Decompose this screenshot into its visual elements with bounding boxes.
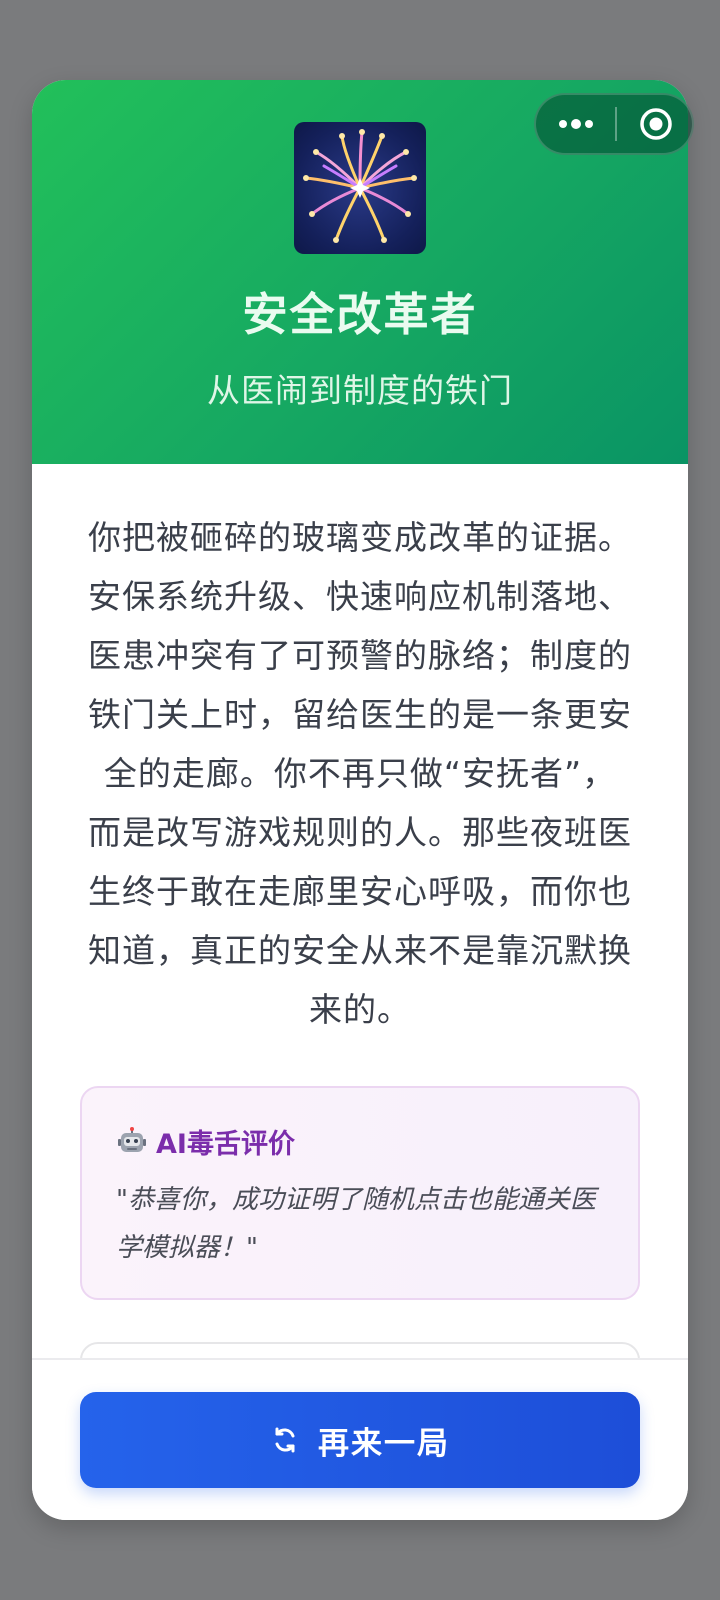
ai-review-title: AI毒舌评价 — [116, 1122, 295, 1161]
replay-label: 再来一局 — [318, 1425, 450, 1462]
ai-review-title-text: AI毒舌评价 — [156, 1129, 295, 1160]
more-dots-icon[interactable] — [536, 95, 616, 153]
ending-title: 安全改革者 — [242, 288, 478, 341]
close-circle-icon[interactable] — [618, 95, 694, 153]
ai-review-box: AI毒舌评价 "恭喜你，成功证明了随机点击也能通关医学模拟器！" — [80, 1086, 640, 1300]
replay-button[interactable]: 再来一局 — [80, 1392, 640, 1488]
ending-subtitle: 从医闹到制度的铁门 — [207, 371, 513, 410]
mini-program-capsule — [534, 93, 694, 155]
refresh-icon — [270, 1425, 300, 1455]
ai-review-quote: "恭喜你，成功证明了随机点击也能通关医学模拟器！" — [116, 1185, 596, 1263]
fireworks-icon — [294, 122, 426, 254]
ending-description: 你把被砸碎的玻璃变成改革的证据。安保系统升级、快速响应机制落地、医患冲突有了可预… — [88, 518, 632, 1029]
result-card: 安全改革者 从医闹到制度的铁门 你把被砸碎的玻璃变成改革的证据。安保系统升级、快… — [32, 80, 688, 1520]
robot-icon — [116, 1126, 148, 1158]
result-footer: 再来一局 — [32, 1358, 688, 1520]
capsule-divider — [615, 107, 617, 141]
